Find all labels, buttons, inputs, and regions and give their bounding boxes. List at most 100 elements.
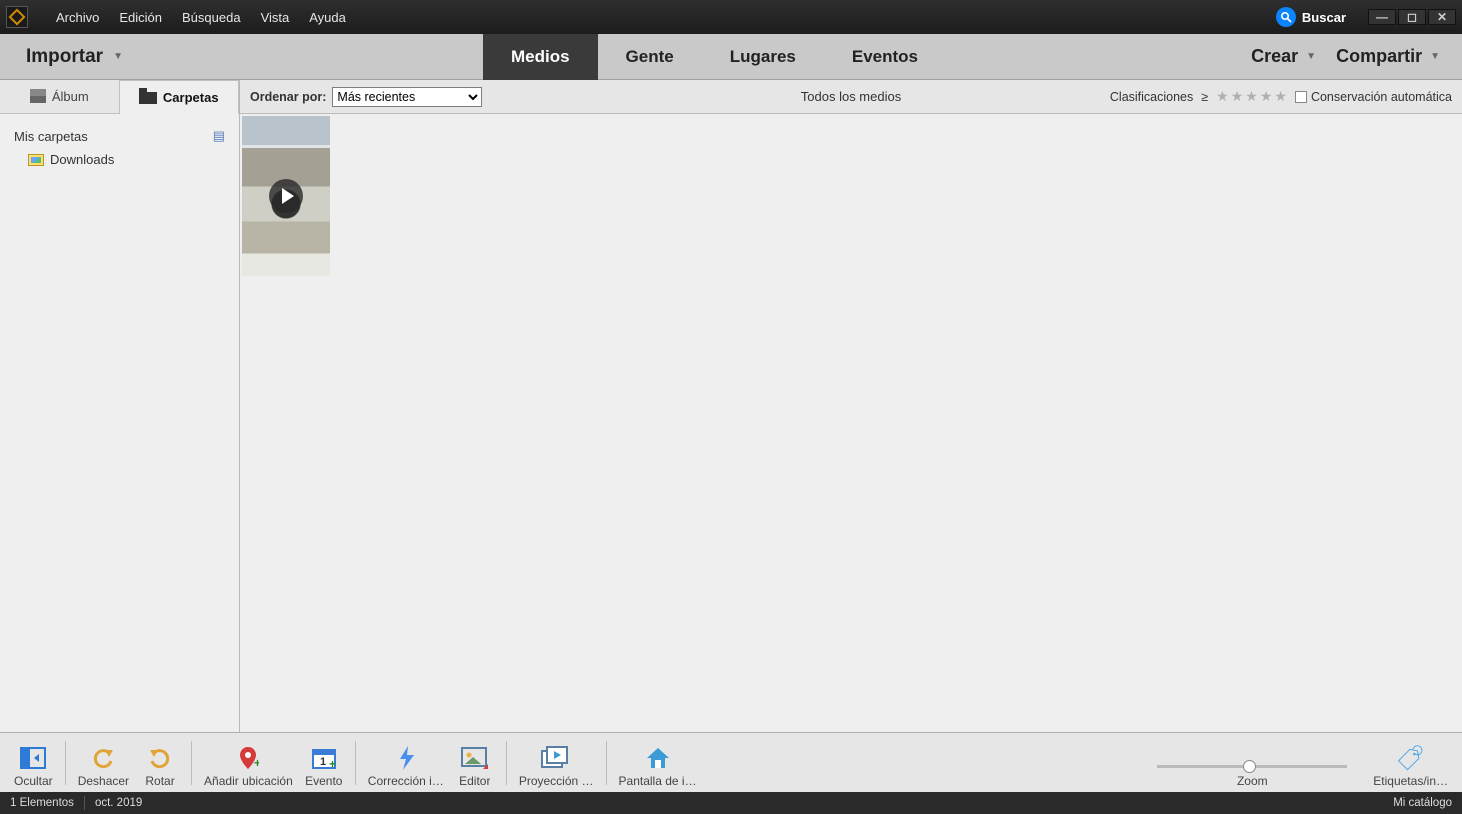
- star-1[interactable]: ★: [1216, 88, 1229, 105]
- rotate-button[interactable]: Rotar: [135, 744, 185, 788]
- hide-panel-button[interactable]: Ocultar: [8, 744, 59, 788]
- rotate-icon: [148, 744, 172, 772]
- play-icon: [269, 179, 303, 213]
- menu-ayuda[interactable]: Ayuda: [299, 4, 356, 31]
- undo-icon: [91, 744, 115, 772]
- add-location-button[interactable]: + Añadir ubicación: [198, 744, 299, 788]
- sort-select[interactable]: Más recientes: [332, 87, 482, 107]
- maximize-button[interactable]: ◻: [1398, 9, 1426, 25]
- editor-label: Editor: [459, 774, 490, 788]
- chevron-down-icon: ▼: [113, 51, 123, 62]
- import-label: Importar: [26, 46, 103, 68]
- album-icon: [30, 89, 46, 103]
- import-button[interactable]: Importar ▼: [16, 40, 133, 74]
- separator: [65, 741, 66, 785]
- menu-vista[interactable]: Vista: [251, 4, 300, 31]
- sidebar-tab-album[interactable]: Álbum: [0, 79, 119, 113]
- event-button[interactable]: 1+ Evento: [299, 744, 349, 788]
- menu-busqueda[interactable]: Búsqueda: [172, 4, 251, 31]
- tags-panel-button[interactable]: 🏷 Etiquetas/in…: [1367, 744, 1454, 788]
- svg-text:1: 1: [320, 756, 326, 768]
- instant-fix-button[interactable]: Corrección i…: [362, 744, 450, 788]
- star-3[interactable]: ★: [1245, 88, 1258, 105]
- auto-curate-toggle[interactable]: Conservación automática: [1295, 90, 1452, 104]
- search-icon: [1276, 7, 1296, 27]
- home-icon: [645, 744, 671, 772]
- sidebar-tab-folders-label: Carpetas: [163, 90, 219, 105]
- minimize-button[interactable]: —: [1368, 9, 1396, 25]
- my-folders-label: Mis carpetas: [14, 129, 88, 144]
- app-icon: [6, 6, 28, 28]
- search-button[interactable]: Buscar: [1268, 3, 1354, 31]
- filter-bar: Ordenar por: Más recientes Todos los med…: [240, 80, 1462, 114]
- separator: [355, 741, 356, 785]
- start-screen-button[interactable]: Pantalla de i…: [613, 744, 703, 788]
- star-5[interactable]: ★: [1274, 88, 1287, 105]
- share-label: Compartir: [1336, 46, 1422, 67]
- content: Álbum Carpetas Mis carpetas ▤ Downloads …: [0, 80, 1462, 732]
- ratings-label: Clasificaciones: [1110, 90, 1193, 104]
- rating-stars: ★ ★ ★ ★ ★: [1216, 88, 1287, 105]
- media-thumbnail[interactable]: [242, 116, 330, 276]
- event-label: Evento: [305, 774, 342, 788]
- tab-lugares[interactable]: Lugares: [702, 34, 824, 80]
- sidebar-tabs: Álbum Carpetas: [0, 80, 239, 114]
- separator: [506, 741, 507, 785]
- separator: [191, 741, 192, 785]
- tree-item-downloads[interactable]: Downloads: [0, 148, 239, 171]
- tab-eventos[interactable]: Eventos: [824, 34, 946, 80]
- sidebar: Álbum Carpetas Mis carpetas ▤ Downloads: [0, 80, 240, 732]
- media-grid[interactable]: [240, 114, 1462, 732]
- menubar: Archivo Edición Búsqueda Vista Ayuda Bus…: [0, 0, 1462, 34]
- slideshow-label: Proyección …: [519, 774, 594, 788]
- separator: [606, 741, 607, 785]
- sort-label: Ordenar por:: [250, 90, 326, 104]
- media-scope-label[interactable]: Todos los medios: [801, 89, 901, 104]
- slideshow-button[interactable]: Proyección …: [513, 744, 600, 788]
- zoom-slider[interactable]: [1157, 765, 1347, 768]
- location-pin-icon: +: [237, 744, 259, 772]
- create-button[interactable]: Crear ▼: [1251, 46, 1316, 67]
- chevron-down-icon: ▼: [1306, 51, 1316, 62]
- tab-gente[interactable]: Gente: [598, 34, 702, 80]
- folder-icon: [139, 92, 157, 104]
- slideshow-icon: [541, 744, 571, 772]
- share-button[interactable]: Compartir ▼: [1336, 46, 1440, 67]
- zoom-slider-thumb[interactable]: [1243, 760, 1256, 773]
- calendar-icon: 1+: [311, 744, 337, 772]
- add-location-label: Añadir ubicación: [204, 774, 293, 788]
- sidebar-body: Mis carpetas ▤ Downloads: [0, 114, 239, 181]
- status-bar: 1 Elementos oct. 2019 Mi catálogo: [0, 792, 1462, 814]
- rotate-label: Rotar: [145, 774, 174, 788]
- tree-item-label: Downloads: [50, 152, 114, 167]
- gte-symbol[interactable]: ≥: [1201, 90, 1208, 104]
- checkbox-icon: [1295, 91, 1307, 103]
- search-label: Buscar: [1302, 10, 1346, 25]
- main-area: Ordenar por: Más recientes Todos los med…: [240, 80, 1462, 732]
- tree-options-icon[interactable]: ▤: [213, 128, 225, 144]
- star-2[interactable]: ★: [1231, 88, 1244, 105]
- window-controls: — ◻ ✕: [1368, 9, 1456, 25]
- view-tabs: Medios Gente Lugares Eventos: [483, 34, 946, 80]
- picture-folder-icon: [28, 154, 44, 166]
- tab-medios[interactable]: Medios: [483, 34, 598, 80]
- tags-label: Etiquetas/in…: [1373, 774, 1448, 788]
- editor-button[interactable]: Editor: [450, 744, 500, 788]
- auto-curate-label: Conservación automática: [1311, 90, 1452, 104]
- status-count: 1 Elementos: [10, 797, 74, 809]
- menu-edicion[interactable]: Edición: [109, 4, 172, 31]
- zoom-label: Zoom: [1237, 774, 1268, 788]
- panel-left-icon: [20, 744, 46, 772]
- start-screen-label: Pantalla de i…: [619, 774, 697, 788]
- star-4[interactable]: ★: [1260, 88, 1273, 105]
- sidebar-tab-folders[interactable]: Carpetas: [119, 80, 240, 114]
- sidebar-tab-album-label: Álbum: [52, 89, 89, 104]
- create-label: Crear: [1251, 46, 1298, 67]
- close-button[interactable]: ✕: [1428, 9, 1456, 25]
- chevron-down-icon: ▼: [1430, 51, 1440, 62]
- tag-icon: 🏷: [1397, 743, 1425, 773]
- separator: [84, 796, 85, 810]
- undo-button[interactable]: Deshacer: [72, 744, 135, 788]
- zoom-control: Zoom: [1157, 765, 1347, 788]
- menu-archivo[interactable]: Archivo: [46, 4, 109, 31]
